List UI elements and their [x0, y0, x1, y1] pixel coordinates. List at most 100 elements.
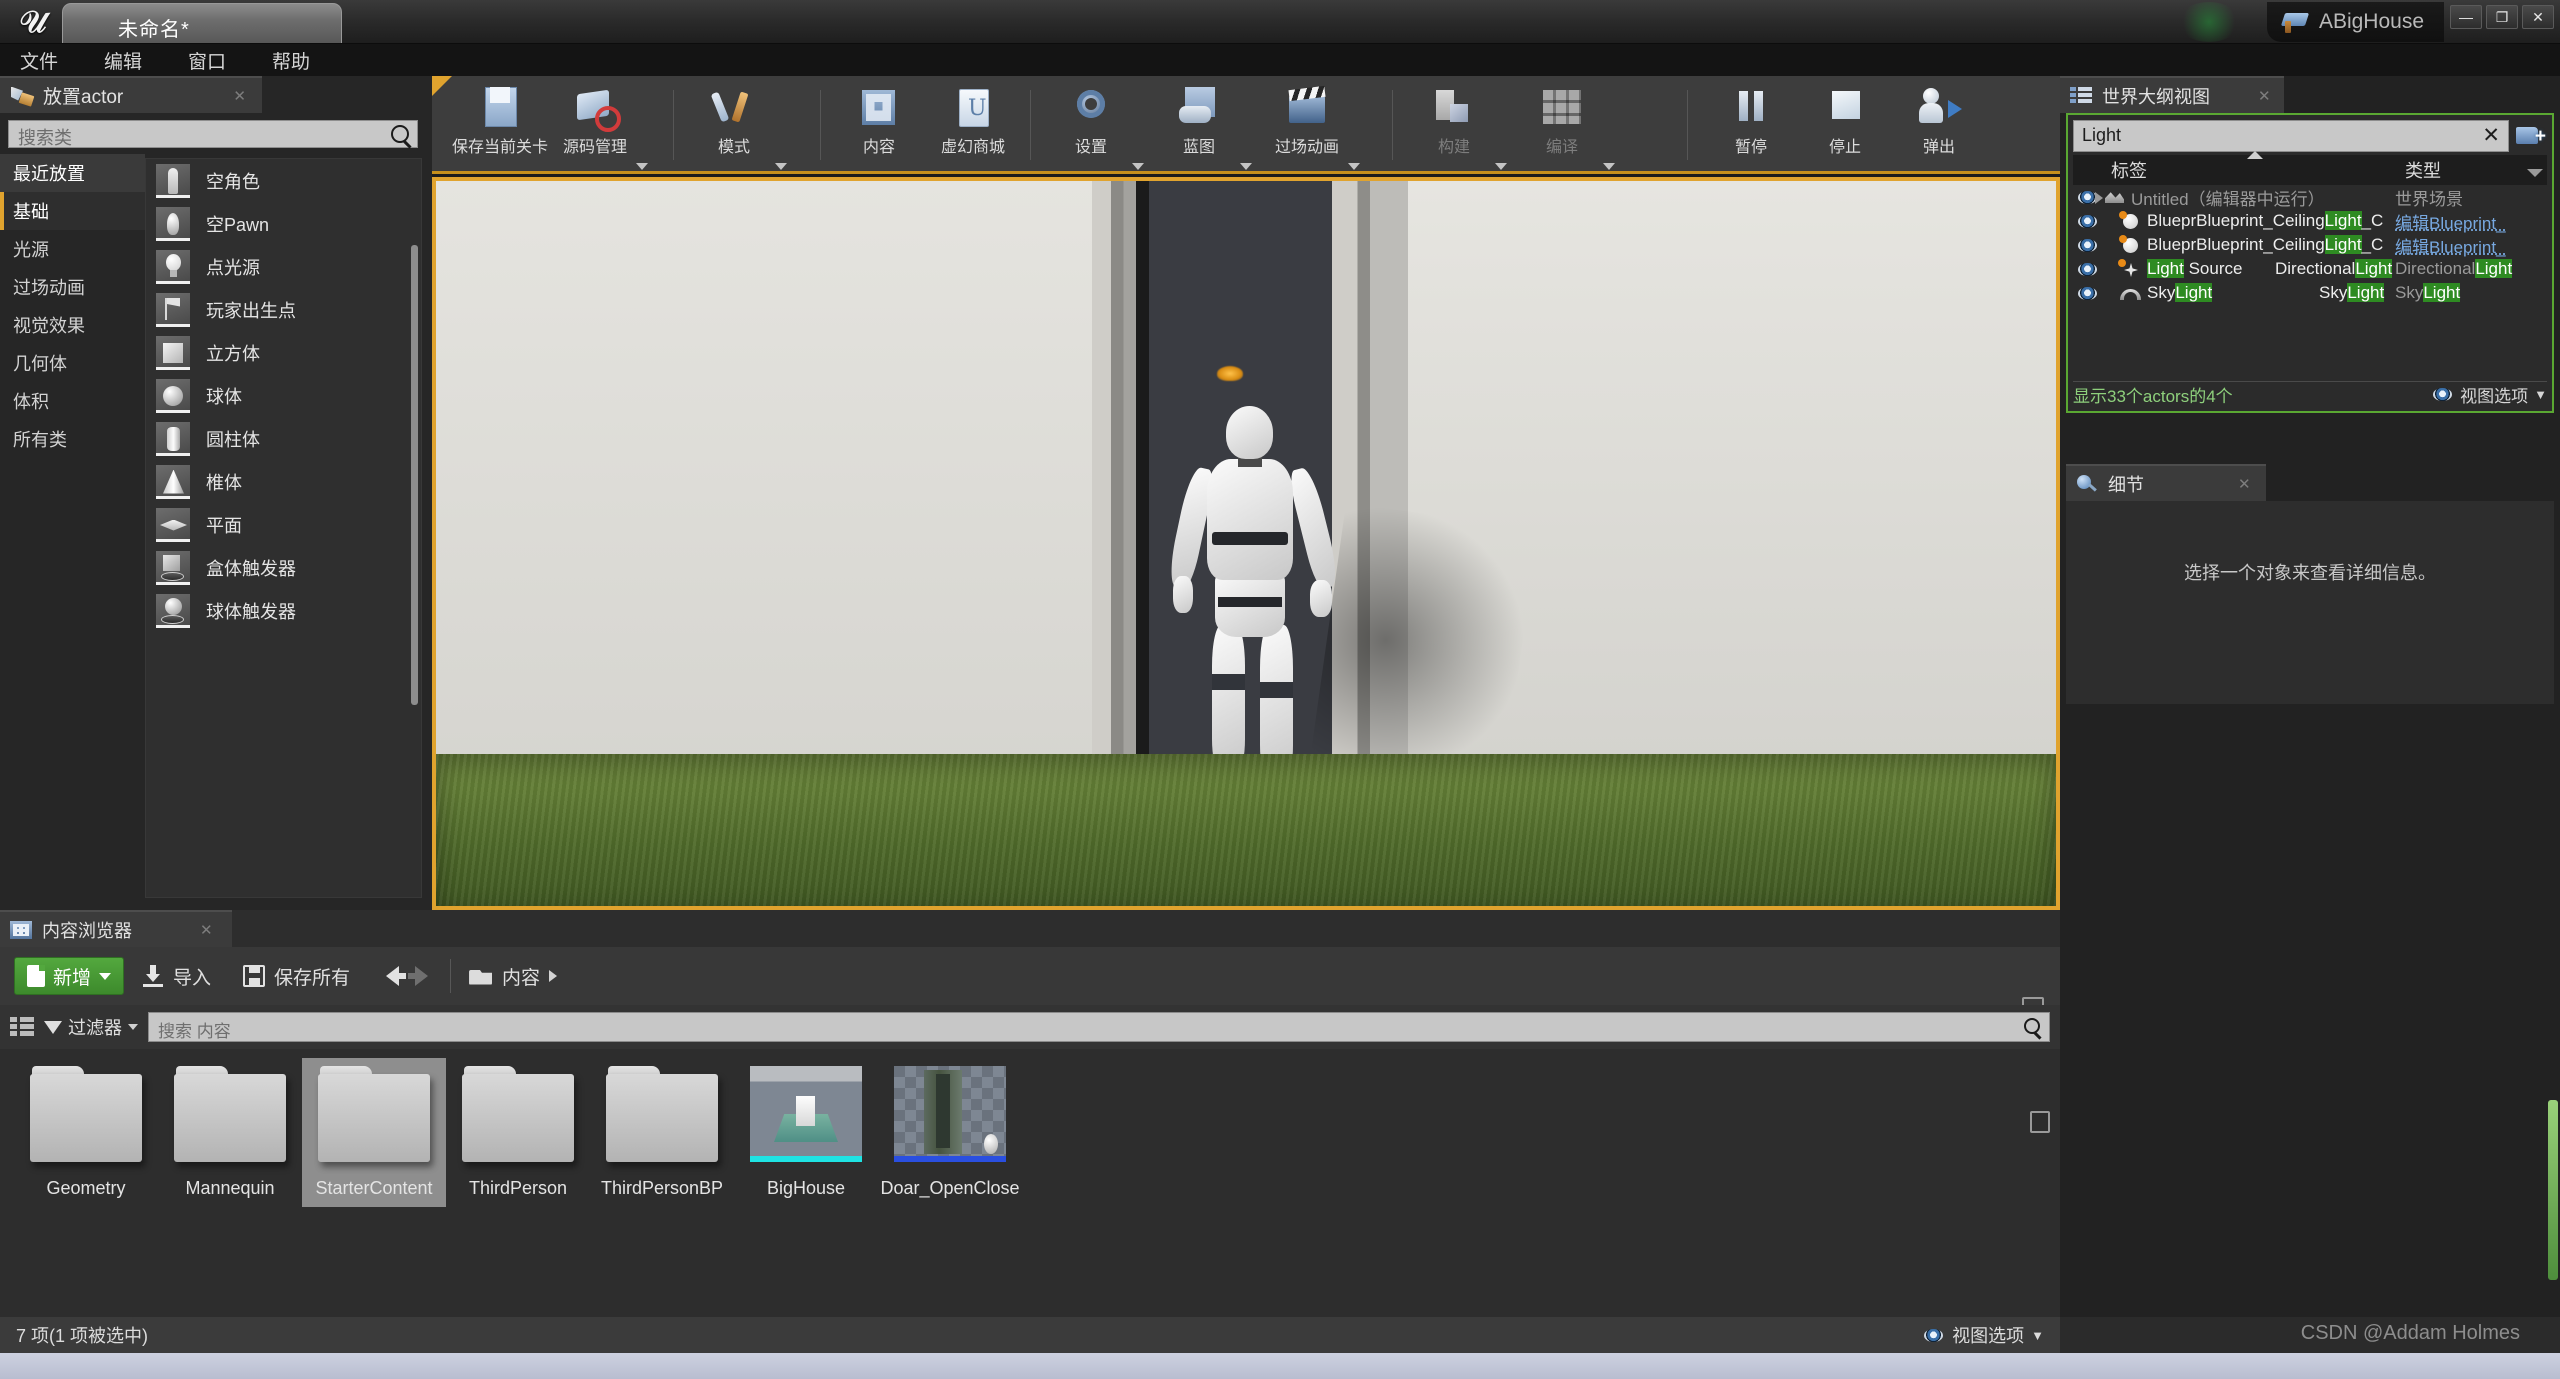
table-row[interactable]: SkyLight SkyLight SkyLight: [2073, 281, 2547, 305]
row-type[interactable]: 编辑Blueprint_: [2395, 233, 2506, 258]
list-item[interactable]: 椎体: [146, 460, 421, 503]
list-item[interactable]: 圆柱体: [146, 417, 421, 460]
asset-tile-doar-openclose[interactable]: Doar_OpenClose: [878, 1058, 1022, 1207]
item-label: 球体: [206, 386, 242, 407]
category-basic[interactable]: 基础: [0, 192, 145, 230]
category-visual-effects[interactable]: 视觉效果: [0, 306, 145, 344]
save-search-icon[interactable]: [2030, 1111, 2050, 1133]
list-item[interactable]: 立方体: [146, 331, 421, 374]
eye-icon[interactable]: [2077, 286, 2099, 301]
stop-button[interactable]: 停止: [1798, 76, 1892, 168]
minimize-button[interactable]: —: [2450, 5, 2482, 29]
close-icon[interactable]: ✕: [2258, 87, 2271, 105]
list-item[interactable]: 空角色: [146, 159, 421, 202]
row-middle: DirectionalLight: [2275, 259, 2393, 279]
chevron-down-icon[interactable]: [636, 163, 649, 170]
outliner-view-options-button[interactable]: 视图选项 ▼: [2432, 382, 2547, 407]
folder-icon: [462, 1066, 574, 1162]
category-recently-placed[interactable]: 最近放置: [0, 154, 145, 192]
clear-search-icon[interactable]: ✕: [2482, 123, 2500, 148]
list-item[interactable]: 平面: [146, 503, 421, 546]
add-new-button[interactable]: 新增: [14, 957, 125, 995]
asset-tile-thirdpersonbp[interactable]: ThirdPersonBP: [590, 1058, 734, 1207]
cinematics-button[interactable]: 过场动画: [1260, 76, 1354, 168]
place-actors-search-input[interactable]: 搜索类: [8, 120, 418, 148]
table-row[interactable]: Light Source DirectionalLight Directiona…: [2073, 257, 2547, 281]
content-button[interactable]: 内容: [832, 76, 926, 168]
blueprint-button[interactable]: 蓝图: [1152, 76, 1246, 168]
list-item[interactable]: 球体: [146, 374, 421, 417]
list-item[interactable]: 点光源: [146, 245, 421, 288]
menu-item-window[interactable]: 窗口: [182, 45, 232, 76]
details-empty-message: 选择一个对象来查看详细信息。: [2184, 563, 2436, 583]
chevron-down-icon[interactable]: [1348, 163, 1360, 170]
details-tab[interactable]: 细节 ✕: [2066, 464, 2266, 501]
content-search-input[interactable]: 搜索 内容: [148, 1012, 2050, 1042]
chevron-down-icon[interactable]: [1495, 163, 1507, 170]
document-tab[interactable]: 未命名*: [62, 3, 342, 43]
menu-item-edit[interactable]: 编辑: [98, 45, 148, 76]
list-item[interactable]: 空Pawn: [146, 202, 421, 245]
place-actors-tab[interactable]: 放置actor ✕: [0, 76, 262, 113]
asset-tile-geometry[interactable]: Geometry: [14, 1058, 158, 1207]
close-icon[interactable]: ✕: [200, 921, 213, 939]
toolbar-label: 内容: [862, 139, 895, 156]
label-column-header[interactable]: 标签: [2097, 151, 2399, 183]
import-button[interactable]: 导入: [128, 957, 225, 995]
category-cinematic[interactable]: 过场动画: [0, 268, 145, 306]
pause-button[interactable]: 暂停: [1704, 76, 1798, 168]
menu-item-help[interactable]: 帮助: [266, 45, 316, 76]
type-column-header[interactable]: 类型: [2399, 157, 2547, 183]
eye-icon[interactable]: [2077, 214, 2099, 229]
list-item[interactable]: 盒体触发器: [146, 546, 421, 589]
close-icon[interactable]: ✕: [233, 87, 246, 105]
chevron-down-icon[interactable]: [1240, 163, 1252, 170]
list-item[interactable]: 球体触发器: [146, 589, 421, 632]
marketplace-button[interactable]: 虚幻商城: [926, 76, 1020, 168]
category-all-classes[interactable]: 所有类: [0, 420, 145, 458]
chevron-down-icon[interactable]: [1603, 163, 1615, 170]
table-row[interactable]: BlueprBlueprint_CeilingLight_C 编辑Bluepri…: [2073, 209, 2547, 233]
level-viewport[interactable]: [432, 177, 2060, 910]
content-view-options-button[interactable]: 视图选项 ▼: [1923, 1322, 2044, 1348]
place-actors-scrollbar[interactable]: [411, 245, 418, 705]
compile-button[interactable]: 编译: [1515, 76, 1609, 168]
eye-icon[interactable]: [2077, 238, 2099, 253]
sources-panel-toggle-icon[interactable]: [10, 1016, 34, 1038]
row-type[interactable]: 编辑Blueprint_: [2395, 209, 2506, 234]
asset-tile-thirdperson[interactable]: ThirdPerson: [446, 1058, 590, 1207]
save-all-button[interactable]: 保存所有: [229, 957, 364, 995]
close-icon[interactable]: ✕: [2238, 475, 2251, 493]
asset-tile-mannequin[interactable]: Mannequin: [158, 1058, 302, 1207]
world-outliner-tab[interactable]: 世界大纲视图 ✕: [2060, 76, 2284, 113]
maximize-button[interactable]: ❐: [2486, 5, 2518, 29]
category-volumes[interactable]: 体积: [0, 382, 145, 420]
eye-icon[interactable]: [2077, 262, 2099, 277]
right-scrollbar[interactable]: [2548, 1100, 2558, 1280]
category-lights[interactable]: 光源: [0, 230, 145, 268]
table-row[interactable]: Untitled（编辑器中运行） 世界场景: [2073, 185, 2547, 209]
settings-button[interactable]: 设置: [1044, 76, 1138, 168]
chevron-down-icon[interactable]: [775, 163, 787, 170]
build-button[interactable]: 构建: [1407, 76, 1501, 168]
menu-item-file[interactable]: 文件: [14, 45, 64, 76]
chevron-right-icon[interactable]: [549, 970, 558, 982]
list-item[interactable]: 玩家出生点: [146, 288, 421, 331]
table-row[interactable]: BlueprBlueprint_CeilingLight_C 编辑Bluepri…: [2073, 233, 2547, 257]
breadcrumb[interactable]: 内容: [455, 957, 571, 995]
modes-button[interactable]: 模式: [687, 76, 781, 168]
row-label-prefix: Bluepr: [2147, 235, 2197, 254]
category-geometry[interactable]: 几何体: [0, 344, 145, 382]
save-current-level-button[interactable]: 保存当前关卡: [452, 76, 548, 168]
chevron-down-icon[interactable]: [1132, 163, 1144, 170]
source-control-button[interactable]: 源码管理: [548, 76, 642, 168]
asset-tile-bighouse[interactable]: BigHouse: [734, 1058, 878, 1207]
content-browser-tab[interactable]: 内容浏览器 ✕: [0, 910, 232, 947]
close-button[interactable]: ✕: [2522, 5, 2554, 29]
eject-button[interactable]: 弹出: [1892, 76, 1986, 168]
asset-tile-startercontent[interactable]: StarterContent: [302, 1058, 446, 1207]
filters-button[interactable]: 过滤器: [44, 1014, 138, 1040]
outliner-search-input[interactable]: Light ✕: [2073, 120, 2509, 152]
create-folder-icon[interactable]: [2509, 120, 2547, 152]
back-arrow-icon[interactable]: [386, 966, 407, 986]
